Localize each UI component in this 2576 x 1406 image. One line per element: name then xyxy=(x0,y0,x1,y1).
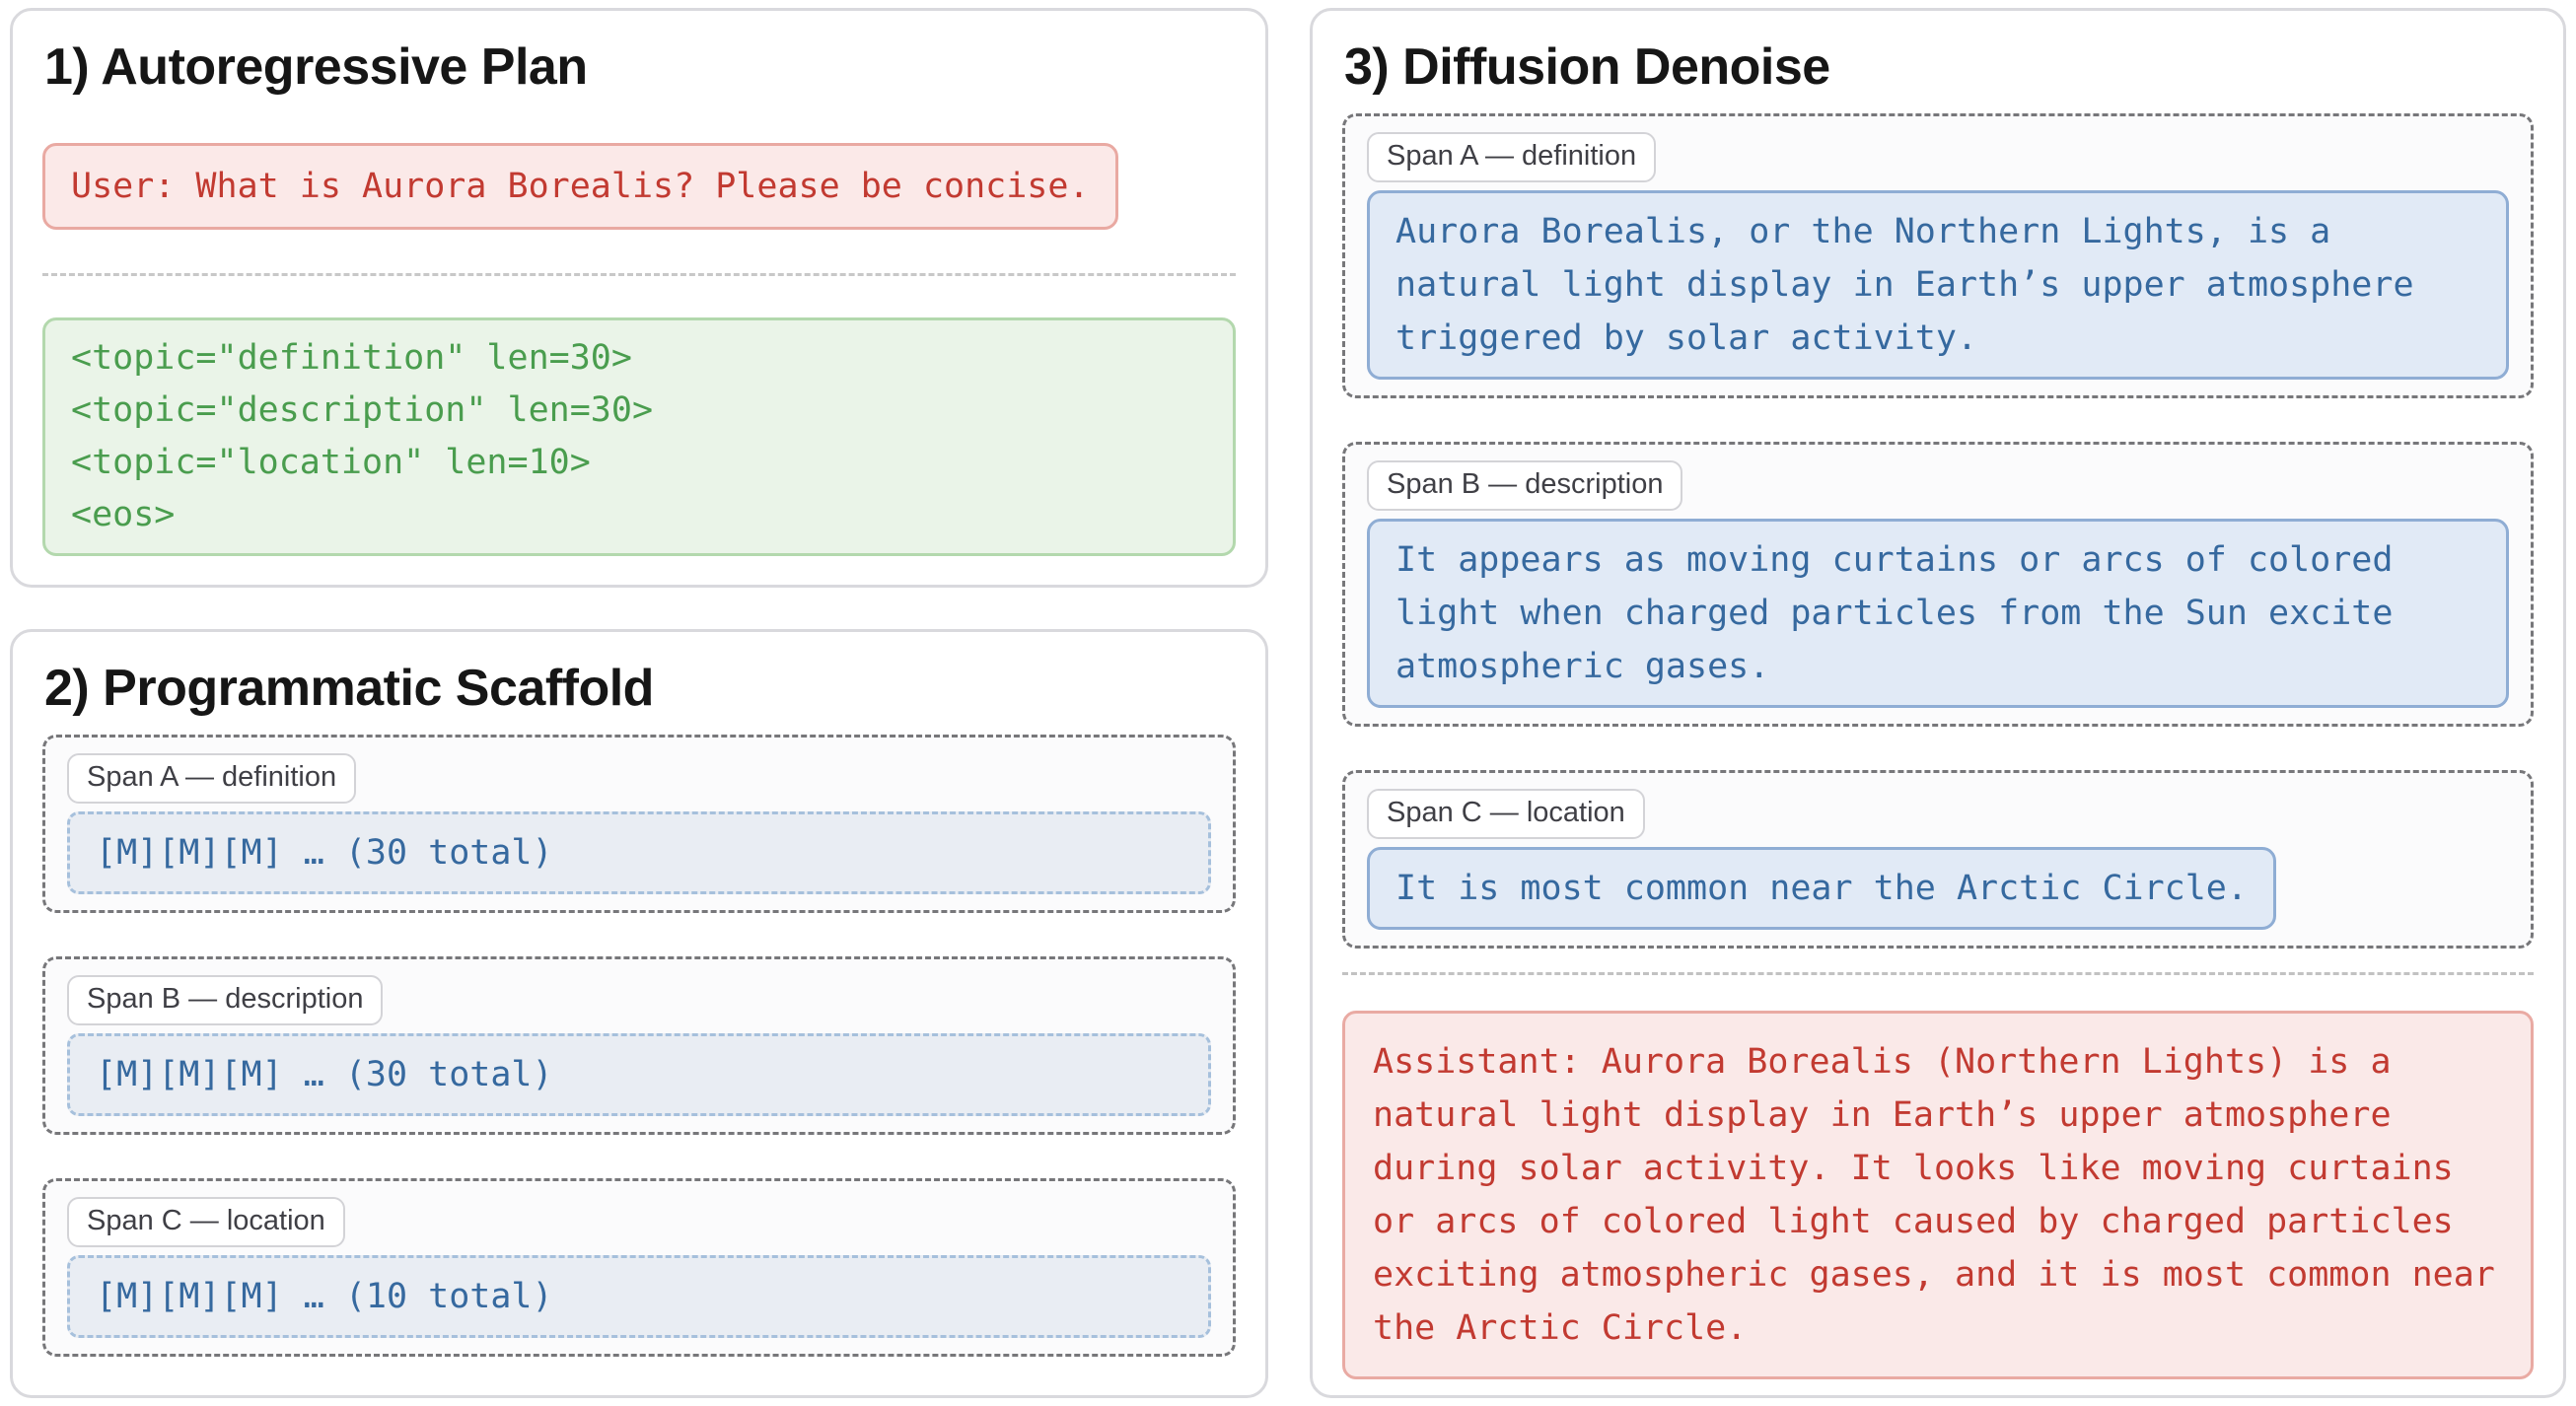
denoise-span-b-label-chip: Span B — description xyxy=(1367,460,1682,511)
assistant-message-box: Assistant: Aurora Borealis (Northern Lig… xyxy=(1342,1011,2534,1379)
scaffold-span-a-container: Span A — definition [M][M][M] … (30 tota… xyxy=(42,735,1236,913)
panel-2-title: 2) Programmatic Scaffold xyxy=(44,658,1234,719)
denoise-span-c-container: Span C — location It is most common near… xyxy=(1342,770,2534,949)
scaffold-span-a-masked-tokens: [M][M][M] … (30 total) xyxy=(67,811,1211,894)
scaffold-span-c-label-chip: Span C — location xyxy=(67,1197,345,1247)
plan-token-line: <topic="definition" len=30> xyxy=(71,332,1207,385)
panel-programmatic-scaffold: 2) Programmatic Scaffold Span A — defini… xyxy=(10,629,1268,1398)
plan-section-divider xyxy=(42,273,1236,276)
scaffold-span-c-masked-tokens: [M][M][M] … (10 total) xyxy=(67,1255,1211,1338)
panel-autoregressive-plan: 1) Autoregressive Plan User: What is Aur… xyxy=(10,8,1268,588)
denoise-span-c-label-chip: Span C — location xyxy=(1367,789,1645,839)
denoise-span-a-text: Aurora Borealis, or the Northern Lights,… xyxy=(1367,190,2509,380)
right-column: 3) Diffusion Denoise Span A — definition… xyxy=(1310,8,2566,1398)
scaffold-span-c-container: Span C — location [M][M][M] … (10 total) xyxy=(42,1178,1236,1357)
denoise-span-b-container: Span B — description It appears as movin… xyxy=(1342,442,2534,727)
scaffold-span-b-label-chip: Span B — description xyxy=(67,975,383,1025)
plan-tokens-box: <topic="definition" len=30> <topic="desc… xyxy=(42,317,1236,556)
denoise-span-b-text: It appears as moving curtains or arcs of… xyxy=(1367,519,2509,708)
workflow-diagram: 1) Autoregressive Plan User: What is Aur… xyxy=(10,8,2566,1398)
denoise-span-a-label-chip: Span A — definition xyxy=(1367,132,1656,182)
denoise-span-a-container: Span A — definition Aurora Borealis, or … xyxy=(1342,113,2534,398)
plan-token-line: <topic="description" len=30> xyxy=(71,385,1207,437)
scaffold-span-b-masked-tokens: [M][M][M] … (30 total) xyxy=(67,1033,1211,1116)
scaffold-span-a-label-chip: Span A — definition xyxy=(67,753,356,804)
scaffold-span-b-container: Span B — description [M][M][M] … (30 tot… xyxy=(42,956,1236,1135)
assistant-section-divider xyxy=(1342,972,2534,975)
panel-1-title: 1) Autoregressive Plan xyxy=(44,36,1234,98)
plan-token-line: <topic="location" len=10> xyxy=(71,437,1207,489)
panel-3-title: 3) Diffusion Denoise xyxy=(1344,36,2532,98)
left-column: 1) Autoregressive Plan User: What is Aur… xyxy=(10,8,1268,1398)
denoise-span-c-text: It is most common near the Arctic Circle… xyxy=(1367,847,2276,930)
panel-diffusion-denoise: 3) Diffusion Denoise Span A — definition… xyxy=(1310,8,2566,1398)
plan-token-line: <eos> xyxy=(71,489,1207,541)
user-message-box: User: What is Aurora Borealis? Please be… xyxy=(42,143,1118,230)
